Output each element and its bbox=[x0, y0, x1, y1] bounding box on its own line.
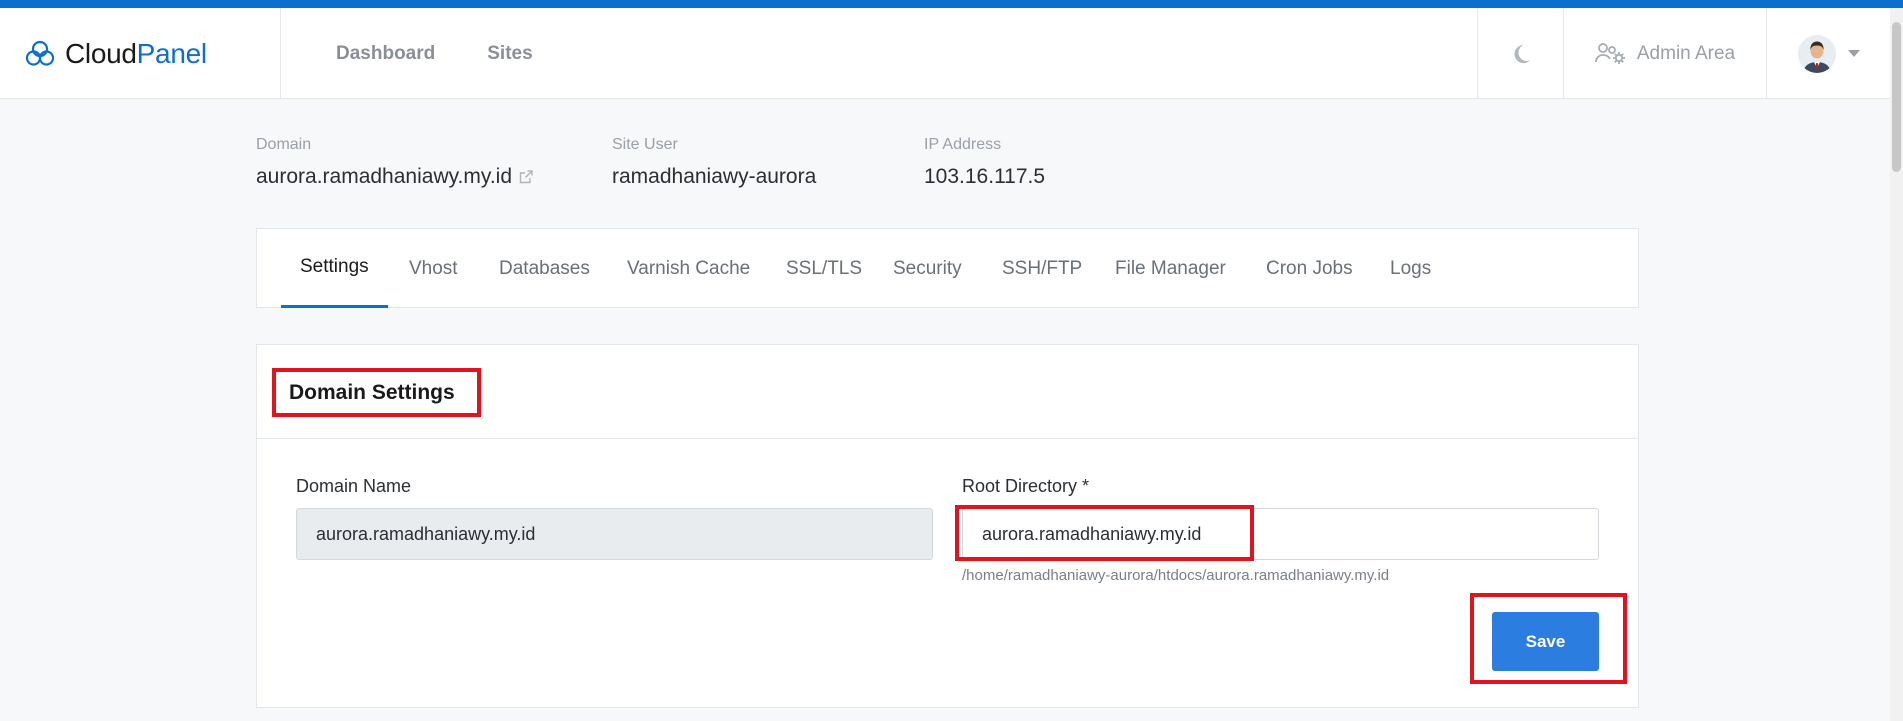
top-accent-bar bbox=[0, 0, 1903, 8]
root-directory-field[interactable] bbox=[962, 508, 1599, 560]
tab-ssl-tls[interactable]: SSL/TLS bbox=[786, 229, 862, 308]
dark-mode-toggle[interactable] bbox=[1477, 8, 1563, 99]
root-directory-label: Root Directory * bbox=[962, 476, 1090, 496]
admin-area-label: Admin Area bbox=[1636, 42, 1736, 64]
user-menu[interactable] bbox=[1766, 8, 1890, 99]
tab-logs[interactable]: Logs bbox=[1390, 229, 1431, 308]
moon-icon bbox=[1513, 44, 1530, 63]
top-header: CloudPanel Dashboard Sites Admin Area bbox=[0, 8, 1890, 99]
ip-address-info: IP Address 103.16.117.5 bbox=[924, 136, 1045, 189]
tab-cron-jobs[interactable]: Cron Jobs bbox=[1266, 229, 1353, 308]
scrollbar-thumb[interactable] bbox=[1892, 22, 1901, 172]
brand-name: CloudPanel bbox=[65, 37, 207, 69]
nav-dashboard[interactable]: Dashboard bbox=[336, 43, 435, 65]
site-domain-info: Domain aurora.ramadhaniawy.my.id bbox=[256, 136, 534, 189]
ip-address-label: IP Address bbox=[924, 136, 1002, 153]
panel-header: Domain Settings bbox=[257, 345, 1638, 439]
domain-name-field[interactable] bbox=[296, 508, 933, 560]
site-user-label: Site User bbox=[612, 136, 678, 153]
site-tabs: Settings Vhost Databases Varnish Cache S… bbox=[256, 228, 1639, 308]
tab-databases[interactable]: Databases bbox=[499, 229, 590, 308]
ip-address-value: 103.16.117.5 bbox=[924, 165, 1046, 188]
domain-value: aurora.ramadhaniawy.my.id bbox=[256, 165, 512, 188]
vertical-scrollbar[interactable] bbox=[1890, 8, 1903, 721]
tab-file-manager[interactable]: File Manager bbox=[1115, 229, 1226, 308]
tab-settings[interactable]: Settings bbox=[281, 229, 388, 308]
root-directory-hint: /home/ramadhaniawy-aurora/htdocs/aurora.… bbox=[962, 567, 1390, 584]
brand-logo[interactable]: CloudPanel bbox=[0, 8, 281, 99]
users-gear-icon bbox=[1594, 42, 1625, 64]
tab-varnish-cache[interactable]: Varnish Cache bbox=[627, 229, 750, 308]
external-link-icon[interactable] bbox=[518, 169, 534, 185]
tab-vhost[interactable]: Vhost bbox=[409, 229, 458, 308]
domain-label: Domain bbox=[256, 136, 312, 153]
chevron-down-icon bbox=[1847, 50, 1860, 57]
header-actions: Admin Area bbox=[1477, 8, 1890, 99]
domain-settings-panel: Domain Settings Domain Name Root Directo… bbox=[256, 344, 1639, 708]
main-nav: Dashboard Sites bbox=[336, 8, 533, 99]
site-user-info: Site User ramadhaniawy-aurora bbox=[612, 136, 816, 189]
save-button[interactable]: Save bbox=[1492, 612, 1599, 671]
site-user-value: ramadhaniawy-aurora bbox=[612, 165, 817, 188]
avatar bbox=[1797, 34, 1836, 73]
panel-title: Domain Settings bbox=[289, 381, 455, 404]
cloud-logo-icon bbox=[25, 40, 55, 66]
domain-name-label: Domain Name bbox=[296, 476, 412, 496]
nav-sites[interactable]: Sites bbox=[487, 43, 532, 65]
tab-security[interactable]: Security bbox=[893, 229, 962, 308]
tab-ssh-ftp[interactable]: SSH/FTP bbox=[1002, 229, 1082, 308]
admin-area-link[interactable]: Admin Area bbox=[1563, 8, 1766, 99]
